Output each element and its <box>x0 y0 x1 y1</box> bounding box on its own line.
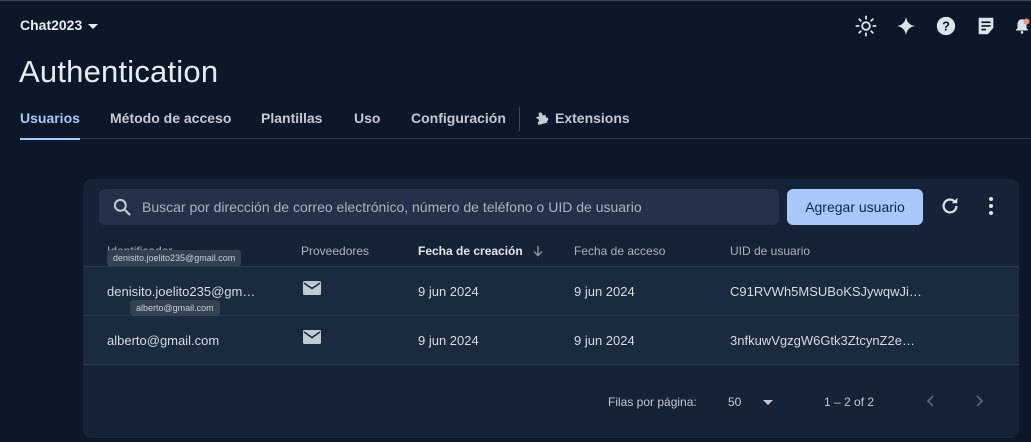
tab-divider <box>519 107 520 131</box>
tab-label: Método de acceso <box>110 110 232 126</box>
created-date: 9 jun 2024 <box>418 284 479 299</box>
add-user-button[interactable]: Agregar usuario <box>787 189 923 225</box>
chevron-down-icon <box>88 23 99 29</box>
search-input[interactable] <box>142 199 762 215</box>
tab-label: Uso <box>354 110 381 126</box>
page-range: 1 – 2 of 2 <box>824 395 875 409</box>
identifier-tooltip: denisito.joelito235@gmail.com <box>107 250 242 266</box>
tab-bar: Usuarios Método de acceso Plantillas Uso… <box>20 100 1031 140</box>
top-bar: Chat2023 ? <box>0 0 1031 50</box>
col-fecha-creacion[interactable]: Fecha de creación <box>418 244 544 260</box>
tab-uso[interactable]: Uso <box>354 100 380 139</box>
table-row[interactable]: denisito.joelito235@gm… 9 jun 2024 9 jun… <box>83 267 1019 316</box>
user-uid[interactable]: 3nfkuwVgzgW6Gtk3ZtcynZ2e… <box>730 333 915 348</box>
notifications-icon[interactable] <box>1013 13 1031 39</box>
chevron-down-icon[interactable] <box>763 400 773 405</box>
page-title: Authentication <box>19 54 219 89</box>
tab-configuracion[interactable]: Configuración <box>411 100 506 139</box>
user-identifier[interactable]: denisito.joelito235@gm… <box>107 284 255 299</box>
svg-text:?: ? <box>942 19 950 34</box>
tab-plantillas[interactable]: Plantillas <box>261 100 322 139</box>
rows-per-page-label: Filas por página: <box>608 395 697 409</box>
user-identifier[interactable]: alberto@gmail.com <box>107 333 219 348</box>
access-date: 9 jun 2024 <box>574 284 635 299</box>
refresh-icon[interactable] <box>939 195 961 222</box>
tab-label: Configuración <box>411 110 506 126</box>
col-label: Fecha de creación <box>418 244 523 258</box>
help-icon[interactable]: ? <box>933 13 959 39</box>
tab-label: Extensions <box>555 110 630 126</box>
tab-usuarios[interactable]: Usuarios <box>20 100 80 140</box>
tab-label: Plantillas <box>261 110 323 126</box>
col-fecha-acceso[interactable]: Fecha de acceso <box>574 244 665 258</box>
rows-per-page-select[interactable]: 50 <box>728 395 741 409</box>
access-date: 9 jun 2024 <box>574 333 635 348</box>
sun-icon[interactable] <box>853 13 879 39</box>
email-icon <box>302 280 322 299</box>
tab-metodo-de-acceso[interactable]: Método de acceso <box>110 100 231 139</box>
chevron-right-icon[interactable] <box>971 393 987 414</box>
arrow-down-icon <box>532 245 544 260</box>
users-card: Agregar usuario Identificador Proveedore… <box>83 179 1019 438</box>
tab-label: Usuarios <box>20 110 80 126</box>
project-selector[interactable]: Chat2023 <box>20 17 99 33</box>
user-uid[interactable]: C91RVWh5MSUBoKSJywqwJi… <box>730 284 922 299</box>
pagination: Filas por página: 50 1 – 2 of 2 <box>83 383 1019 419</box>
chevron-left-icon[interactable] <box>923 393 939 414</box>
created-date: 9 jun 2024 <box>418 333 479 348</box>
extension-icon <box>535 111 549 128</box>
tab-extensions[interactable]: Extensions <box>535 100 630 139</box>
col-proveedores[interactable]: Proveedores <box>301 244 369 258</box>
notes-icon[interactable] <box>973 13 999 39</box>
search-icon <box>112 197 132 217</box>
more-vert-icon[interactable] <box>981 195 1001 222</box>
project-name: Chat2023 <box>20 17 83 33</box>
col-uid[interactable]: UID de usuario <box>730 244 810 258</box>
email-icon <box>302 329 322 348</box>
identifier-tooltip: alberto@gmail.com <box>130 300 220 316</box>
search-bar[interactable] <box>99 189 779 225</box>
sparkle-icon[interactable] <box>893 13 919 39</box>
table-row[interactable]: alberto@gmail.com 9 jun 2024 9 jun 2024 … <box>83 316 1019 365</box>
